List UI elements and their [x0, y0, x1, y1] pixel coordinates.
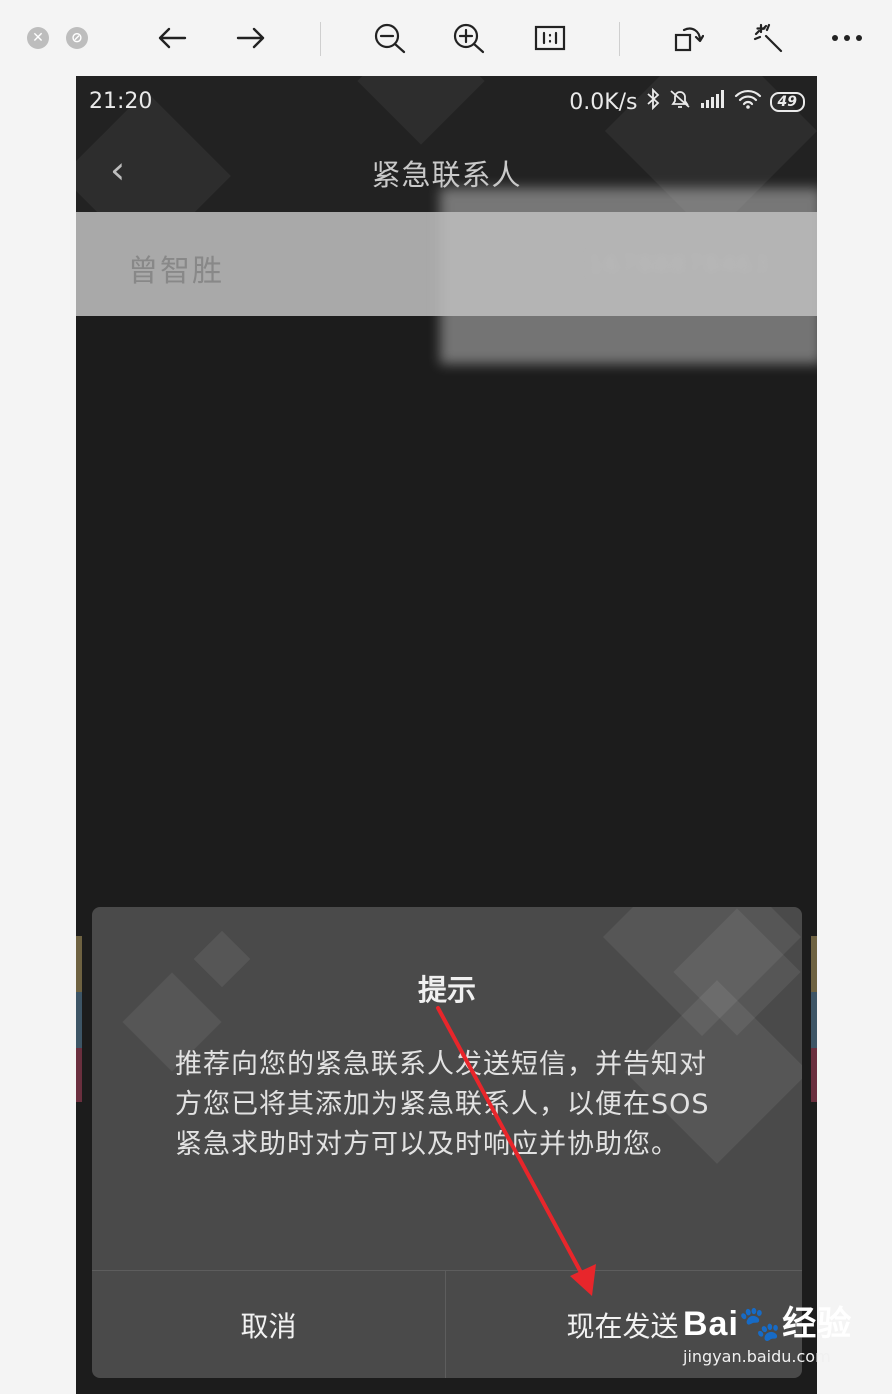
background-stripe: [811, 992, 817, 1048]
signal-icon: [700, 89, 726, 115]
status-icons: 0.0K/s 49: [569, 87, 805, 116]
wifi-icon: [734, 88, 762, 116]
background-stripe: [76, 1048, 82, 1102]
background-stripe: [811, 936, 817, 992]
toolbar-divider: [619, 22, 620, 56]
viewer-toolbar: ✕ ⊘: [0, 0, 892, 76]
status-time: 21:20: [89, 89, 153, 114]
arrow-right-icon[interactable]: [231, 18, 271, 58]
mute-bell-icon: [668, 88, 692, 116]
background-stripe: [811, 1048, 817, 1102]
minimize-circle-icon[interactable]: ⊘: [66, 27, 88, 49]
zoom-in-icon[interactable]: [449, 18, 489, 58]
watermark-url: jingyan.baidu.com: [683, 1347, 831, 1366]
cancel-button[interactable]: 取消: [92, 1271, 445, 1378]
background-stripe: [76, 936, 82, 992]
contact-name: 曾智胜: [128, 254, 224, 289]
actual-size-icon[interactable]: [530, 18, 570, 58]
baidu-watermark: Bai🐾经验 jingyan.baidu.com: [683, 1296, 852, 1366]
rotate-icon[interactable]: [668, 18, 708, 58]
dialog-title: 提示: [417, 973, 476, 1007]
close-circle-icon[interactable]: ✕: [27, 27, 49, 49]
zoom-out-icon[interactable]: [370, 18, 410, 58]
bluetooth-icon: [646, 87, 660, 116]
magic-wand-icon[interactable]: [748, 18, 788, 58]
network-speed: 0.0K/s: [569, 89, 638, 115]
battery-indicator: 49: [769, 92, 805, 112]
baidu-logo: Bai🐾经验: [683, 1305, 853, 1343]
status-bar: 21:20 0.0K/s 49: [76, 76, 817, 128]
toolbar-divider: [320, 22, 321, 56]
dialog-message: 推荐向您的紧急联系人发送短信，并告知对方您已将其添加为紧急联系人，以便在SOS紧…: [175, 1049, 710, 1160]
phone-screen: 21:20 0.0K/s 49 ‹ 紧急联系人 曾智胜 16788878463: [76, 76, 817, 1394]
arrow-left-icon[interactable]: [152, 18, 192, 58]
more-icon[interactable]: [827, 18, 867, 58]
background-stripe: [76, 992, 82, 1048]
privacy-blur: [440, 188, 817, 364]
